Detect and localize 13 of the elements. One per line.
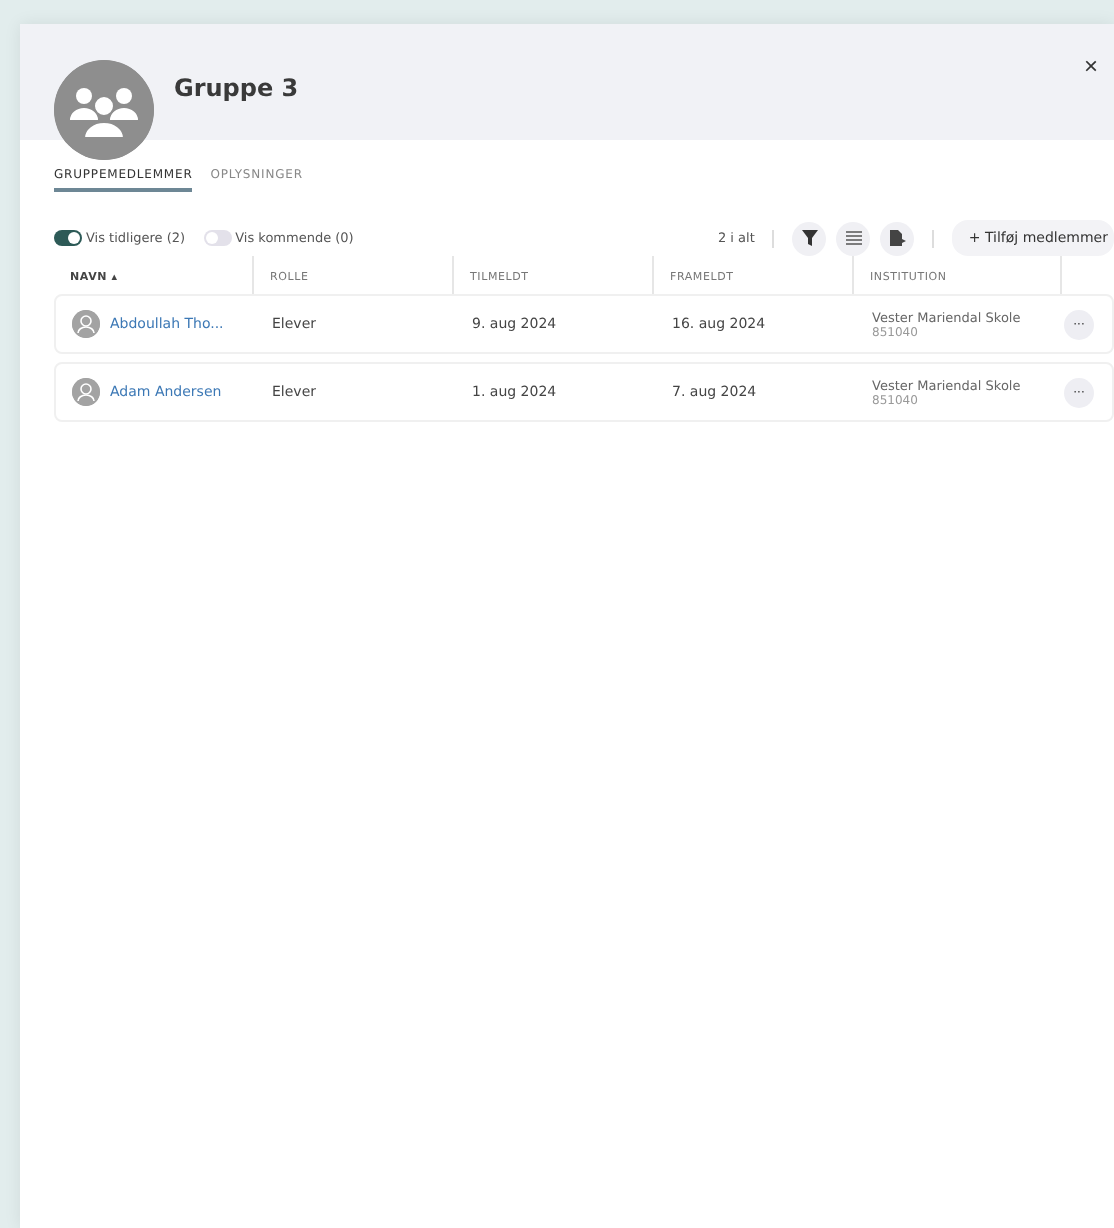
toggle-switch[interactable] xyxy=(203,230,232,246)
list-icon xyxy=(845,230,862,246)
toggle-switch[interactable] xyxy=(54,230,82,246)
export-button[interactable] xyxy=(880,221,915,255)
filter-button[interactable] xyxy=(792,221,827,255)
person-avatar-icon xyxy=(72,310,100,338)
group-avatar-icon xyxy=(54,60,154,160)
dialog-title: Gruppe 3 xyxy=(174,74,299,102)
columns-button[interactable] xyxy=(836,221,871,255)
filter-icon xyxy=(801,230,818,246)
person-avatar-icon xyxy=(72,378,100,406)
export-icon xyxy=(889,230,906,246)
close-button[interactable]: × xyxy=(1079,52,1102,80)
